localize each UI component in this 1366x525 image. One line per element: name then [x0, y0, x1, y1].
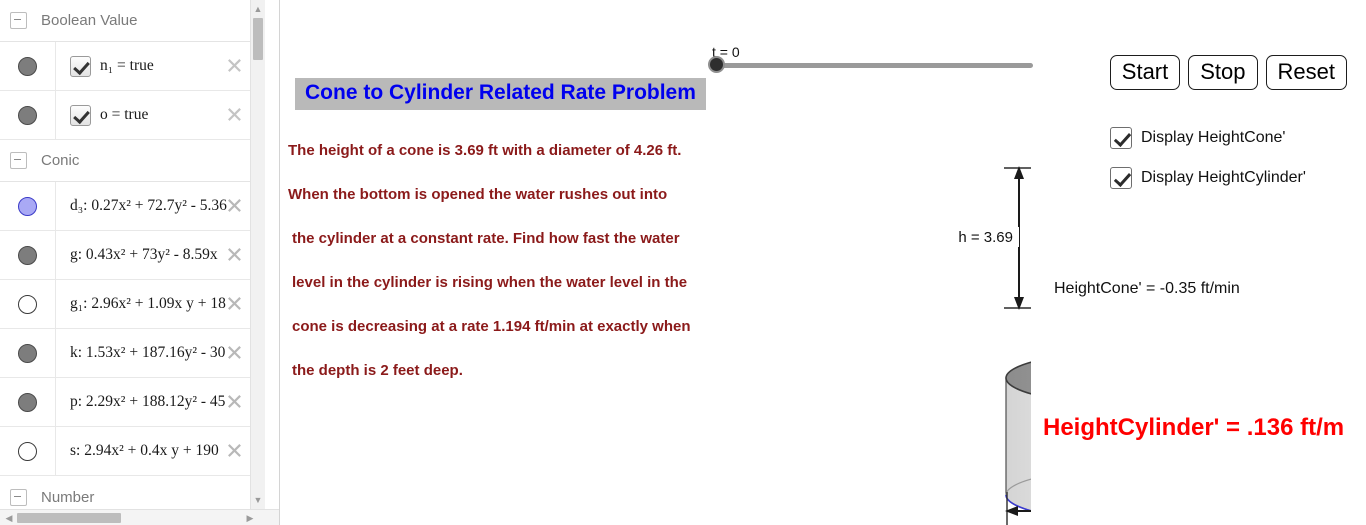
list-item[interactable]: g: 0.43x² + 73y² - 8.59x ✕: [0, 231, 258, 280]
scroll-down-icon[interactable]: ▼: [251, 493, 265, 507]
problem-line: the depth is 2 feet deep.: [292, 362, 463, 379]
group-title: Boolean Value: [41, 12, 138, 29]
list-item[interactable]: n₁ = true ✕: [0, 42, 258, 91]
close-icon[interactable]: ✕: [225, 195, 244, 217]
cylinder-shape[interactable]: [1005, 351, 1031, 522]
collapse-icon[interactable]: [10, 12, 27, 29]
checkbox-icon[interactable]: [1110, 127, 1132, 149]
problem-line: the cylinder at a constant rate. Find ho…: [292, 230, 680, 247]
geogebra-applet: Boolean Value n₁ = true ✕ o = true ✕ Con…: [0, 0, 1366, 525]
close-icon[interactable]: ✕: [225, 440, 244, 462]
close-icon[interactable]: ✕: [225, 391, 244, 413]
close-icon[interactable]: ✕: [225, 342, 244, 364]
sidebar-vertical-scrollbar[interactable]: ▲ ▼: [250, 0, 265, 509]
cone-height-label: h = 3.69: [958, 229, 1013, 246]
close-icon[interactable]: ✕: [225, 104, 244, 126]
scroll-left-icon[interactable]: ◀: [1, 510, 17, 525]
list-item[interactable]: d₃: 0.27x² + 72.7y² - 5.36 ✕: [0, 182, 258, 231]
checkbox-icon[interactable]: [1110, 167, 1132, 189]
page-title: Cone to Cylinder Related Rate Problem: [295, 78, 706, 110]
list-item-label: o = true: [100, 106, 149, 123]
checkbox-label: Display HeightCone': [1141, 129, 1286, 146]
scroll-up-icon[interactable]: ▲: [251, 2, 265, 16]
reset-button[interactable]: Reset: [1265, 55, 1347, 90]
problem-line: level in the cylinder is rising when the…: [292, 274, 688, 291]
group-title: Conic: [41, 152, 80, 169]
problem-line: When the bottom is opened the water rush…: [288, 186, 668, 203]
graphics-view[interactable]: t = 0 Start Stop Reset Display HeightCon…: [281, 0, 1366, 525]
expand-icon[interactable]: [10, 488, 27, 506]
readout-height-cone-rate: HeightCone' = -0.35 ft/min: [1054, 280, 1240, 297]
scroll-thumb-horizontal[interactable]: [17, 513, 121, 523]
visibility-marble-cell[interactable]: [0, 329, 56, 377]
visibility-marble-cell[interactable]: [0, 42, 56, 90]
scroll-thumb[interactable]: [253, 18, 263, 60]
group-header-boolean-value[interactable]: Boolean Value: [0, 0, 258, 42]
list-item[interactable]: g₁: 2.96x² + 1.09x y + 18 ✕: [0, 280, 258, 329]
list-item[interactable]: k: 1.53x² + 187.16y² - 30 ✕: [0, 329, 258, 378]
list-item-label: g: 0.43x² + 73y² - 8.59x: [70, 246, 218, 263]
page-title-text: Cone to Cylinder Related Rate Problem: [305, 81, 696, 104]
visibility-marble-cell[interactable]: [0, 427, 56, 475]
visibility-marble-icon[interactable]: [18, 196, 37, 216]
visibility-marble-icon[interactable]: [18, 56, 37, 76]
readout-height-cylinder-rate: HeightCylinder' = .136 ft/m: [1043, 414, 1345, 441]
checkbox-display-heightcone[interactable]: Display HeightCone': [1110, 127, 1285, 149]
group-title: Number: [41, 488, 95, 506]
visibility-marble-cell[interactable]: [0, 91, 56, 139]
visibility-marble-icon[interactable]: [18, 343, 37, 363]
boolean-checkbox[interactable]: [70, 104, 91, 126]
visibility-marble-cell[interactable]: [0, 231, 56, 279]
list-item[interactable]: s: 2.94x² + 0.4x y + 190 ✕: [0, 427, 258, 476]
boolean-checkbox[interactable]: [70, 55, 91, 77]
visibility-marble-icon[interactable]: [18, 105, 37, 125]
algebra-view-sidebar: Boolean Value n₁ = true ✕ o = true ✕ Con…: [0, 0, 280, 525]
visibility-marble-icon[interactable]: [18, 441, 37, 461]
close-icon[interactable]: ✕: [225, 293, 244, 315]
checkbox-label: Display HeightCylinder': [1141, 169, 1306, 186]
visibility-marble-cell[interactable]: [0, 280, 56, 328]
list-item[interactable]: p: 2.29x² + 188.12y² - 45 ✕: [0, 378, 258, 427]
stop-button[interactable]: Stop: [1188, 55, 1258, 90]
list-item-label: p: 2.29x² + 188.12y² - 45: [70, 393, 226, 410]
visibility-marble-cell[interactable]: [0, 182, 56, 230]
visibility-marble-icon[interactable]: [18, 294, 37, 314]
control-button-row: Start Stop Reset: [1109, 55, 1347, 90]
list-item-label: d₃: 0.27x² + 72.7y² - 5.36: [70, 197, 227, 214]
group-header-number[interactable]: Number: [0, 476, 258, 509]
visibility-marble-icon[interactable]: [18, 392, 37, 412]
list-item-label: n₁ = true: [100, 57, 154, 74]
list-item-label: g₁: 2.96x² + 1.09x y + 18: [70, 295, 226, 312]
close-icon[interactable]: ✕: [225, 55, 244, 77]
list-item-label: k: 1.53x² + 187.16y² - 30: [70, 344, 226, 361]
cone-cylinder-figure: d = 4.26 h = 3.69 height = 3.69: [958, 166, 1031, 525]
close-icon[interactable]: ✕: [225, 244, 244, 266]
list-item-label: s: 2.94x² + 0.4x y + 190: [70, 442, 219, 459]
start-button[interactable]: Start: [1109, 55, 1181, 90]
visibility-marble-icon[interactable]: [18, 245, 37, 265]
sidebar-horizontal-scrollbar[interactable]: ◀ ▶: [0, 509, 279, 525]
algebra-list: Boolean Value n₁ = true ✕ o = true ✕ Con…: [0, 0, 258, 509]
problem-line: cone is decreasing at a rate 1.194 ft/mi…: [292, 318, 691, 335]
visibility-marble-cell[interactable]: [0, 378, 56, 426]
problem-statement: The height of a cone is 3.69 ft with a d…: [288, 142, 733, 406]
checkbox-display-heightcylinder[interactable]: Display HeightCylinder': [1110, 167, 1306, 189]
problem-line: The height of a cone is 3.69 ft with a d…: [288, 142, 682, 159]
scroll-right-icon[interactable]: ▶: [242, 510, 258, 525]
group-header-conic[interactable]: Conic: [0, 140, 258, 182]
cone-height-dimension: h = 3.69: [958, 166, 1031, 310]
list-item[interactable]: o = true ✕: [0, 91, 258, 140]
collapse-icon[interactable]: [10, 152, 27, 169]
